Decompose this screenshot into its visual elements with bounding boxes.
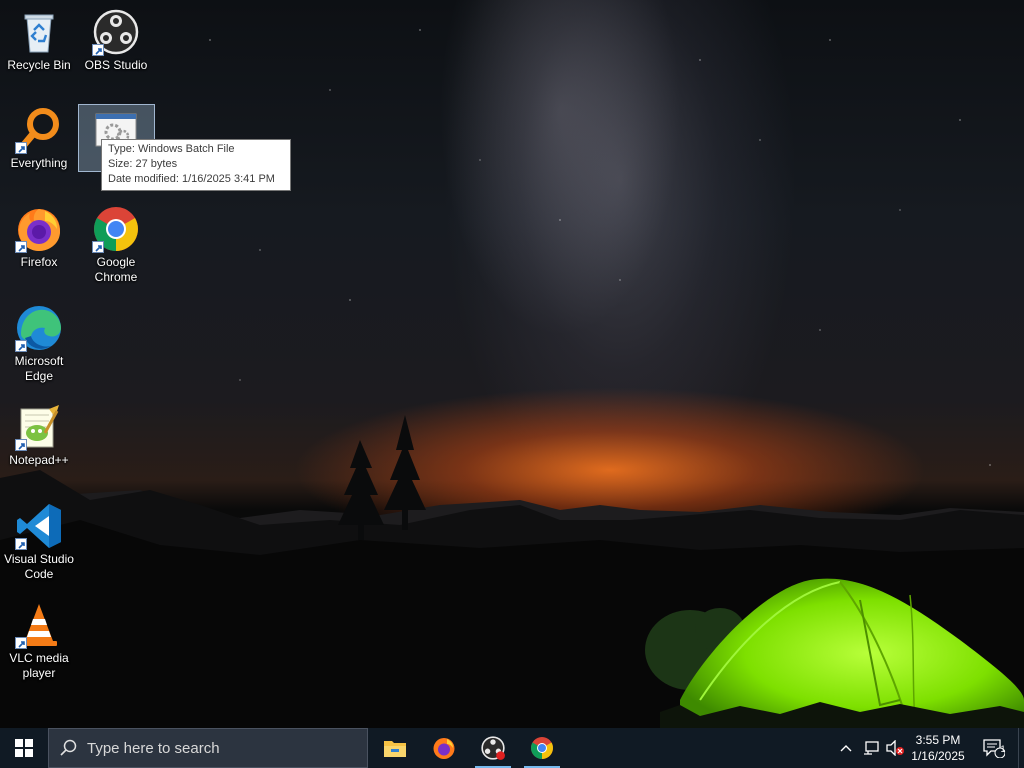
notepad-plus-plus-icon [15,403,63,451]
desktop-icon-label: VLC media player [9,651,69,680]
file-explorer-icon [384,741,406,757]
search-placeholder: Type here to search [87,739,220,757]
firefox-icon [433,738,455,759]
shortcut-arrow-icon [15,241,27,253]
tooltip-size: Size: 27 bytes [108,158,178,170]
desktop-icon-everything[interactable]: Everything [1,106,77,171]
recycle-bin-icon [15,8,63,56]
desktop-icon-microsoft-edge[interactable]: Microsoft Edge [1,304,77,384]
network-status-button[interactable] [860,728,882,768]
desktop-icon-label: OBS Studio [84,58,148,72]
shortcut-arrow-icon [92,44,104,56]
taskbar: Type here to search 3:55 PM 1/16/2025 1 [0,728,1024,768]
shortcut-arrow-icon [15,538,27,550]
vscode-icon [15,502,63,550]
chevron-up-icon [840,745,852,752]
show-desktop-button[interactable] [1018,728,1024,768]
clock-date: 1/16/2025 [911,749,965,763]
desktop-icon-label: Microsoft Edge [14,354,64,383]
action-center-button[interactable]: 1 [978,728,1010,768]
desktop-icon-firefox[interactable]: Firefox [1,205,77,270]
windows-logo-icon [15,739,33,757]
desktop-icon-vlc-media-player[interactable]: VLC media player [1,601,77,681]
desktop-icon-label: Notepad++ [9,453,69,467]
everything-search-icon [15,106,63,154]
desktop-icon-notepad-plus-plus[interactable]: Notepad++ [1,403,77,468]
clock-time: 3:55 PM [915,733,961,747]
edge-icon [15,304,63,352]
shortcut-arrow-icon [15,439,27,451]
tooltip-type: Type: Windows Batch File [108,143,235,155]
start-button[interactable] [0,728,48,768]
desktop-icon-label: Firefox [20,255,58,269]
file-info-tooltip: Type: Windows Batch File Size: 27 bytes … [101,139,291,191]
firefox-icon [15,205,63,253]
desktop-icon-label: Everything [10,156,68,170]
shortcut-arrow-icon [15,637,27,649]
desktop[interactable]: Recycle Bin OBS Studio Everything Firefo… [0,0,1024,728]
search-icon [49,739,89,757]
chrome-icon [92,205,140,253]
shortcut-arrow-icon [15,340,27,352]
vlc-icon [15,601,63,649]
desktop-icon-label: Google Chrome [94,255,138,284]
taskbar-firefox[interactable] [420,728,468,768]
taskbar-clock[interactable]: 3:55 PM 1/16/2025 [902,728,974,768]
notification-count: 1 [1000,744,1006,754]
taskbar-google-chrome[interactable] [518,728,566,768]
obs-studio-icon [92,8,140,56]
shortcut-arrow-icon [15,142,27,154]
taskbar-file-explorer[interactable] [371,728,419,768]
shortcut-arrow-icon [92,241,104,253]
taskbar-obs-studio[interactable] [469,728,517,768]
obs-studio-icon [481,736,505,760]
desktop-icon-label: Recycle Bin [7,58,71,72]
desktop-icon-visual-studio-code[interactable]: Visual Studio Code [1,502,77,582]
desktop-icon-google-chrome[interactable]: Google Chrome [78,205,154,285]
taskbar-search-box[interactable]: Type here to search [48,728,368,768]
network-icon [864,741,879,755]
desktop-icon-label: Visual Studio Code [4,552,74,581]
chrome-icon [531,737,553,759]
desktop-icon-obs-studio[interactable]: OBS Studio [78,8,154,73]
show-hidden-icons-button[interactable] [836,728,856,768]
desktop-icon-recycle-bin[interactable]: Recycle Bin [1,8,77,73]
tooltip-date-modified: Date modified: 1/16/2025 3:41 PM [108,173,275,185]
